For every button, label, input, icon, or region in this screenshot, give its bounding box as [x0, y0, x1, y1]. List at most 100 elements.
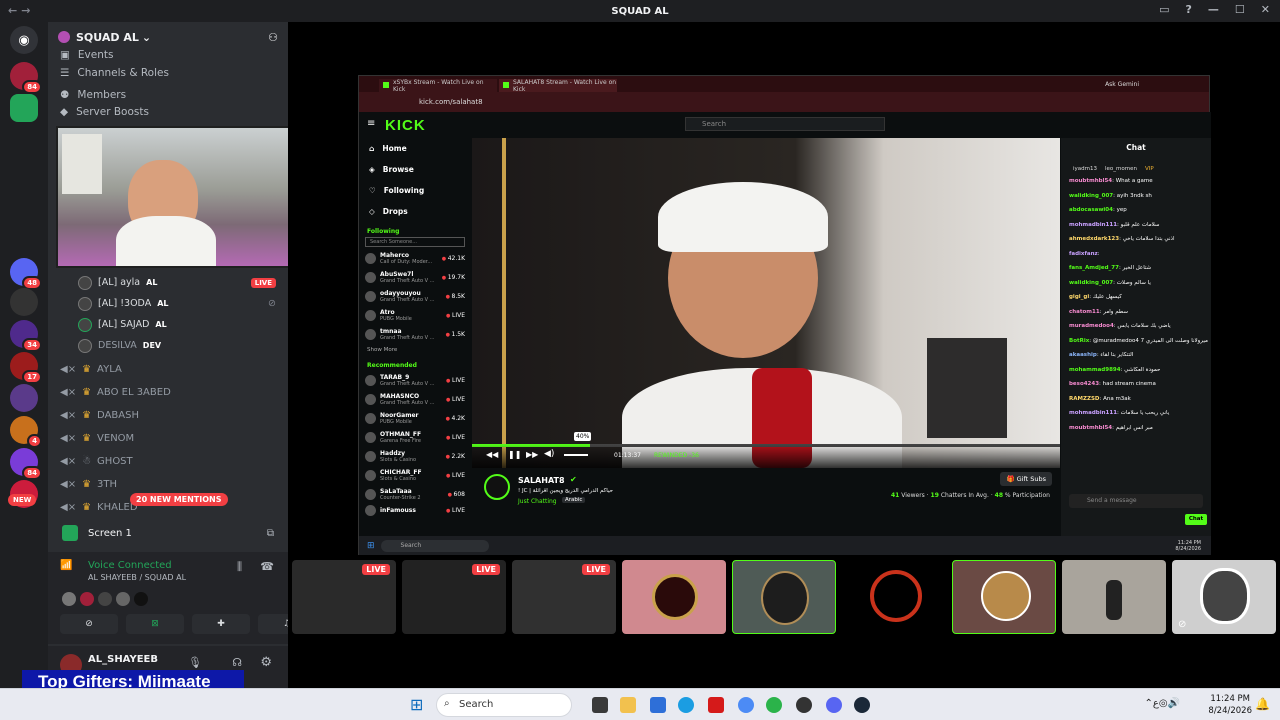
avatar[interactable]: [98, 592, 112, 606]
recommended-channel[interactable]: inFamoussLIVE: [359, 504, 471, 516]
chat-username[interactable]: fadixfanz: [1069, 251, 1098, 257]
recommended-channel[interactable]: HaddzySlots & Casino2.2K: [359, 447, 471, 466]
chat-username[interactable]: gigi_gi: [1069, 294, 1089, 300]
channel-user[interactable]: ◀× ♛ VENOM: [48, 427, 288, 450]
server-icon[interactable]: [10, 288, 38, 316]
chat-username[interactable]: abdocasawi04: [1069, 207, 1113, 213]
ask-gemini-button[interactable]: Ask Gemini: [1105, 81, 1139, 88]
skip-forward-icon[interactable]: ▶▶: [526, 450, 538, 459]
notifications-icon[interactable]: 🔔: [1255, 697, 1270, 711]
file-explorer-icon[interactable]: [620, 697, 636, 713]
maximize-button[interactable]: ☐: [1235, 3, 1245, 16]
chat-username[interactable]: beso4243: [1069, 381, 1099, 387]
server-icon[interactable]: 34: [10, 320, 42, 352]
chrome-icon[interactable]: [738, 697, 754, 713]
skip-back-icon[interactable]: ◀◀: [486, 450, 498, 459]
recommended-channel[interactable]: NoorGamerPUBG Mobile4.2K: [359, 409, 471, 428]
video-player[interactable]: ◀◀ ❚❚ ▶▶ ◀) 40% 01:13:37 REWINDED -36: [472, 138, 1060, 468]
microphone-icon[interactable]: 🎙: [188, 656, 202, 669]
participant-tile[interactable]: LIVE: [292, 560, 396, 634]
gift-subs-button[interactable]: 🎁 Gift Subs: [1000, 472, 1052, 486]
task-view-icon[interactable]: [592, 697, 608, 713]
server-icon-active[interactable]: [10, 94, 38, 122]
chat-input[interactable]: Send a message: [1069, 494, 1203, 508]
kick-search-input[interactable]: Search: [685, 117, 885, 131]
nav-browse[interactable]: ◈ Browse: [359, 159, 471, 180]
address-bar[interactable]: kick.com/salahat8: [359, 92, 1209, 112]
hamburger-icon[interactable]: ≡: [367, 118, 375, 129]
channel-user[interactable]: ◀× ♛ AYLA: [48, 358, 288, 381]
kick-logo[interactable]: KICK: [385, 117, 426, 134]
username[interactable]: AL_SHAYEEB: [88, 654, 158, 665]
participant-tile[interactable]: [1062, 560, 1166, 634]
volume-slider[interactable]: [564, 454, 588, 456]
browser-tab-active[interactable]: SALAHAT8 Stream - Watch Live on Kick: [499, 79, 617, 93]
avatar[interactable]: [62, 592, 76, 606]
steam-icon[interactable]: [854, 697, 870, 713]
chat-username[interactable]: fans_Amdjed_77: [1069, 265, 1119, 271]
volume-icon[interactable]: ◀): [544, 449, 554, 459]
server-icon[interactable]: 48: [10, 258, 42, 290]
chat-username[interactable]: mohmadbin111: [1069, 410, 1117, 416]
new-mentions-pill[interactable]: 20 NEW MENTIONS: [130, 493, 228, 506]
chat-username[interactable]: walidking_007: [1069, 193, 1113, 199]
voice-user[interactable]: [AL] !3ODA AL ⊘: [48, 293, 288, 314]
stream-tag[interactable]: Arabic: [562, 497, 586, 503]
chat-username[interactable]: ahmedxdark123: [1069, 236, 1119, 242]
voice-user[interactable]: DESILVA DEV: [48, 335, 288, 356]
avatar[interactable]: [134, 592, 148, 606]
voice-user[interactable]: [AL] ayla AL LIVE: [48, 272, 288, 293]
server-icon[interactable]: 84: [10, 62, 42, 94]
chat-send-button[interactable]: Chat: [1185, 514, 1207, 525]
minimize-button[interactable]: —: [1208, 3, 1219, 16]
chat-username[interactable]: walidking_007: [1069, 280, 1113, 286]
nav-following[interactable]: ♡ Following: [359, 180, 471, 201]
inner-search-input[interactable]: Search: [380, 539, 489, 552]
participant-tile[interactable]: [622, 560, 726, 634]
taskbar-search-input[interactable]: Search: [436, 693, 572, 717]
chat-username[interactable]: akaaship: [1069, 352, 1097, 358]
following-search[interactable]: Search Someone...: [365, 237, 465, 247]
participant-tile[interactable]: ⊘: [1172, 560, 1276, 634]
close-button[interactable]: ✕: [1261, 3, 1270, 16]
voice-channel[interactable]: AL SHAYEEB / SQUAD AL: [88, 573, 186, 582]
following-channel[interactable]: AtroPUBG MobileLIVE: [359, 306, 471, 325]
recommended-channel[interactable]: SaLaTaaaCounter-Strike 2608: [359, 485, 471, 504]
chat-username[interactable]: BotRix: [1069, 338, 1089, 344]
disconnect-icon[interactable]: ☎: [260, 560, 274, 573]
pause-icon[interactable]: ❚❚: [508, 450, 521, 459]
chat-username[interactable]: chatom11: [1069, 309, 1100, 315]
avatar[interactable]: [80, 592, 94, 606]
following-channel[interactable]: odayyouyouGrand Theft Auto V ...8.5K: [359, 287, 471, 306]
channel-avatar[interactable]: [484, 474, 510, 500]
server-icon[interactable]: [10, 384, 38, 412]
server-icon[interactable]: 84: [10, 448, 42, 480]
netflix-icon[interactable]: [708, 697, 724, 713]
participant-tile[interactable]: [952, 560, 1056, 634]
channel-user[interactable]: ◀× ☃ GHOST: [48, 450, 288, 473]
edge-icon[interactable]: [678, 697, 694, 713]
participant-tile[interactable]: [732, 560, 836, 634]
show-more-link[interactable]: Show More: [359, 344, 471, 356]
recommended-channel[interactable]: OTHMAN_FFGarena Free FireLIVE: [359, 428, 471, 447]
windows-start-icon[interactable]: ⊞: [367, 541, 375, 551]
chat-username[interactable]: RAMZZSD: [1069, 396, 1099, 402]
following-channel[interactable]: tmnaaGrand Theft Auto V ...1.5K: [359, 325, 471, 344]
camera-off-button[interactable]: ⊘: [60, 614, 118, 634]
help-icon[interactable]: ?: [1186, 3, 1192, 16]
recommended-channel[interactable]: MAHASNCOGrand Theft Auto V ...LIVE: [359, 390, 471, 409]
noise-icon[interactable]: ⫼: [237, 560, 242, 574]
settings-gear-icon[interactable]: ⚙: [260, 655, 272, 670]
menu-members[interactable]: ⚉ Members: [48, 84, 288, 106]
participant-tile[interactable]: [842, 560, 946, 634]
discord-icon[interactable]: [826, 697, 842, 713]
menu-server-boosts[interactable]: ◆ Server Boosts: [48, 106, 288, 118]
channel-name[interactable]: SALAHAT8: [518, 476, 565, 485]
obs-icon[interactable]: [796, 697, 812, 713]
following-channel[interactable]: MahercoCall of Duty: Moder...42.1K: [359, 249, 471, 268]
participant-tile[interactable]: LIVE: [402, 560, 506, 634]
back-forward-icon[interactable]: ←→: [8, 4, 34, 17]
activities-button[interactable]: ✚: [192, 614, 250, 634]
discord-home-icon[interactable]: ◉: [10, 26, 38, 54]
nav-drops[interactable]: ◇ Drops: [359, 201, 471, 222]
